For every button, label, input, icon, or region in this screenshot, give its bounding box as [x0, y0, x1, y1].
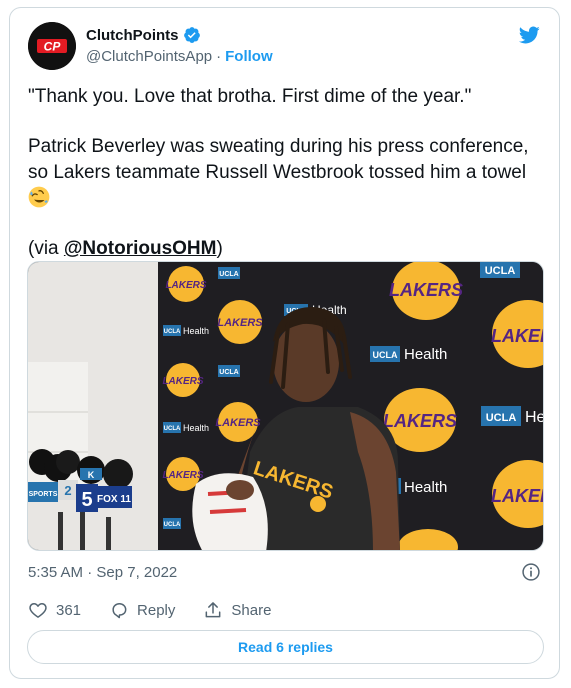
via-suffix: )	[216, 238, 223, 259]
handle-row: @ClutchPointsApp · Follow	[86, 48, 273, 65]
svg-text:LAKERS: LAKERS	[383, 411, 457, 431]
svg-text:SPORTS: SPORTS	[29, 491, 58, 498]
svg-text:UCLA: UCLA	[219, 271, 238, 278]
svg-text:LAKERS: LAKERS	[217, 317, 263, 329]
svg-text:LAKERS: LAKERS	[162, 470, 203, 481]
user-handle[interactable]: @ClutchPointsApp	[86, 48, 212, 65]
svg-text:2: 2	[64, 483, 71, 498]
twitter-bird-icon[interactable]	[517, 24, 541, 46]
svg-text:CP: CP	[44, 40, 62, 54]
press-conference-photo: LAKERS LAKERS LAKERS LAKERS LAKERS LAKER…	[28, 262, 544, 550]
svg-text:UCLA: UCLA	[373, 350, 398, 360]
avatar[interactable]: CP	[28, 22, 76, 70]
share-upload-icon	[205, 602, 221, 618]
svg-text:FOX 11: FOX 11	[97, 494, 131, 505]
share-button[interactable]: Share	[203, 600, 271, 620]
media-image[interactable]: LAKERS LAKERS LAKERS LAKERS LAKERS LAKER…	[27, 261, 544, 551]
svg-text:UCLA: UCLA	[164, 426, 181, 432]
heart-icon	[29, 603, 47, 618]
tweet-text: "Thank you. Love that brotha. First dime…	[28, 84, 548, 262]
tweet-card[interactable]: CP ClutchPoints @ClutchPointsApp · Follo…	[9, 7, 560, 679]
reply-button[interactable]: Reply	[109, 600, 175, 620]
svg-text:LAKERS: LAKERS	[162, 376, 203, 387]
svg-text:LAKERS: LAKERS	[389, 280, 463, 300]
svg-text:Health: Health	[183, 423, 209, 433]
rolling-laughing-emoji-icon	[28, 186, 50, 208]
svg-text:UCLA: UCLA	[486, 412, 517, 424]
svg-text:He: He	[525, 409, 544, 426]
svg-text:5: 5	[81, 489, 92, 511]
svg-text:UCLA: UCLA	[164, 522, 181, 528]
svg-text:LAKERS: LAKERS	[165, 280, 206, 291]
display-name[interactable]: ClutchPoints	[86, 27, 179, 44]
svg-text:LAKERS: LAKERS	[215, 417, 261, 429]
svg-text:UCLA: UCLA	[219, 369, 238, 376]
svg-text:Health: Health	[404, 479, 447, 496]
via-mention-link[interactable]: @NotoriousOHM	[64, 238, 217, 259]
follow-button[interactable]: Follow	[225, 48, 273, 65]
read-replies-button[interactable]: Read 6 replies	[27, 630, 544, 664]
svg-text:LAKERS: LAKERS	[491, 486, 544, 506]
via-prefix: (via	[28, 238, 64, 259]
likes-count: 361	[56, 601, 82, 619]
svg-text:Health: Health	[404, 346, 447, 363]
reply-label: Reply	[137, 601, 176, 619]
svg-text:LAKERS: LAKERS	[491, 326, 544, 346]
share-label: Share	[231, 601, 272, 619]
reply-bubble-icon	[112, 603, 127, 619]
action-bar: 361 Reply Share	[28, 600, 299, 620]
clutchpoints-logo: CP	[28, 22, 76, 70]
like-button[interactable]: 361	[28, 600, 81, 620]
info-icon[interactable]	[521, 562, 541, 582]
tweet-timestamp[interactable]: 5:35 AM · Sep 7, 2022	[28, 564, 177, 581]
tweet-body: Patrick Beverley was sweating during his…	[28, 136, 529, 183]
svg-text:Health: Health	[183, 326, 209, 336]
svg-text:UCLA: UCLA	[485, 265, 516, 277]
tweet-quote: "Thank you. Love that brotha. First dime…	[28, 86, 472, 107]
svg-text:K: K	[88, 470, 95, 480]
separator-dot: ·	[216, 48, 222, 65]
verified-badge-icon	[183, 27, 200, 43]
name-row: ClutchPoints	[86, 26, 201, 44]
svg-text:UCLA: UCLA	[164, 329, 181, 335]
